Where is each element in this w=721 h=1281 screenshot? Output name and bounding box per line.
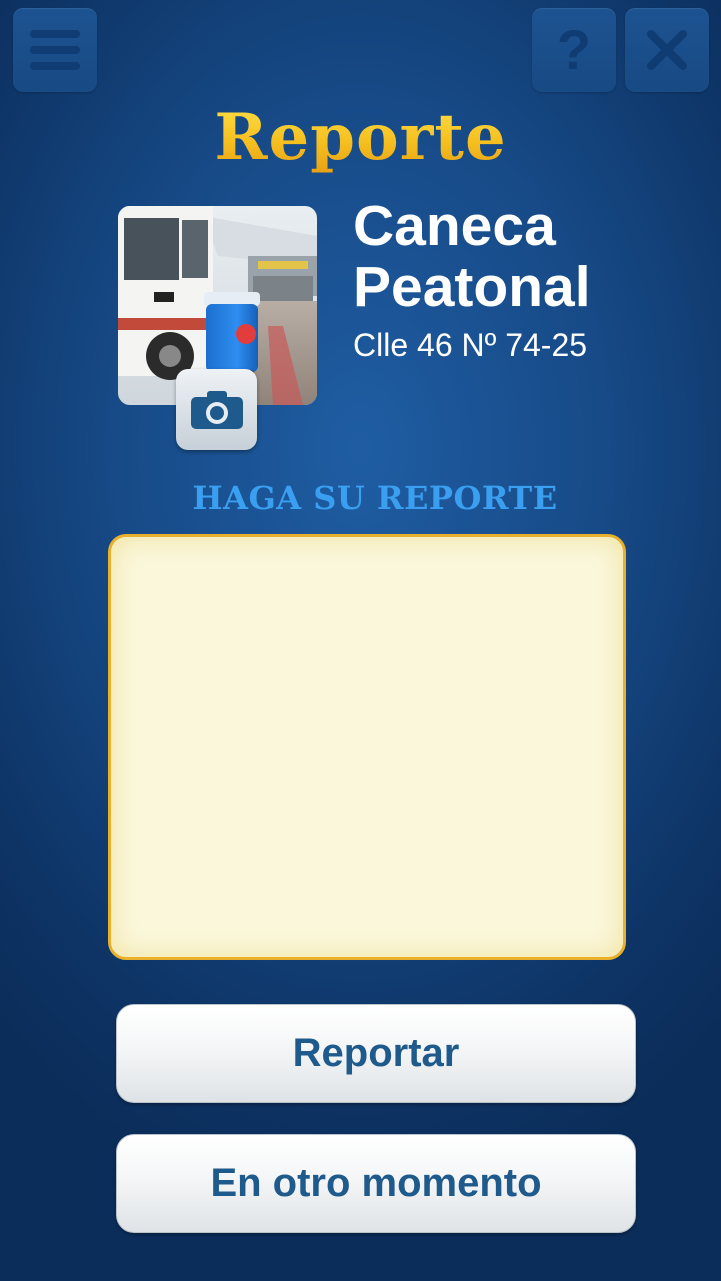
page-title: Reporte [0,100,721,175]
question-mark-icon: ? [556,18,592,81]
menu-button[interactable] [13,8,97,92]
item-name-line1: Caneca [353,194,556,258]
camera-icon [190,390,243,429]
close-x-icon [647,30,687,70]
item-name-line2: Peatonal [353,255,591,319]
help-button[interactable]: ? [532,8,616,92]
report-textarea[interactable] [108,534,626,960]
item-name: Caneca Peatonal [353,196,693,318]
later-button[interactable]: En otro momento [116,1134,636,1233]
camera-button[interactable] [176,369,257,450]
close-button[interactable] [625,8,709,92]
hamburger-menu-icon [30,30,80,70]
item-address: Clle 46 Nº 74-25 [353,327,588,363]
report-prompt: HAGA SU REPORTE [192,479,558,517]
submit-report-button[interactable]: Reportar [116,1004,636,1103]
